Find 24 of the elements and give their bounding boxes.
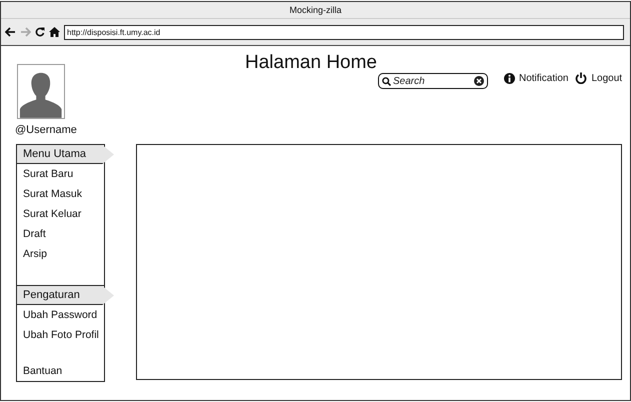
- search-field[interactable]: Search: [378, 73, 488, 89]
- reload-icon[interactable]: [35, 27, 45, 37]
- avatar-silhouette-icon: [17, 64, 65, 119]
- menu-item[interactable]: Arsip: [17, 244, 104, 264]
- window-title: Mocking-zilla: [289, 5, 342, 15]
- username-label: @Username: [15, 124, 77, 136]
- page-title: Halaman Home: [245, 52, 377, 74]
- menu-item[interactable]: Ubah Password: [17, 305, 104, 325]
- clear-icon[interactable]: [474, 76, 484, 86]
- power-icon: [575, 72, 588, 84]
- logout-link[interactable]: Logout: [575, 72, 622, 84]
- menu-header[interactable]: Menu Utama: [17, 145, 114, 164]
- address-field[interactable]: http://disposisi.ft.umy.ac.id: [64, 24, 624, 40]
- home-icon[interactable]: [49, 27, 60, 37]
- info-icon: [504, 72, 515, 84]
- menu-item[interactable]: Ubah Foto Profil: [17, 325, 104, 345]
- notification-link[interactable]: Notification: [504, 72, 568, 84]
- menu-item[interactable]: Bantuan: [17, 361, 104, 381]
- menu-item[interactable]: Draft: [17, 224, 104, 244]
- menu-item[interactable]: Surat Baru: [17, 164, 104, 184]
- menu-header[interactable]: Pengaturan: [17, 286, 114, 305]
- back-arrow-icon[interactable]: [5, 27, 16, 37]
- menu-item[interactable]: Surat Keluar: [17, 204, 104, 224]
- menu-item[interactable]: Surat Masuk: [17, 184, 104, 204]
